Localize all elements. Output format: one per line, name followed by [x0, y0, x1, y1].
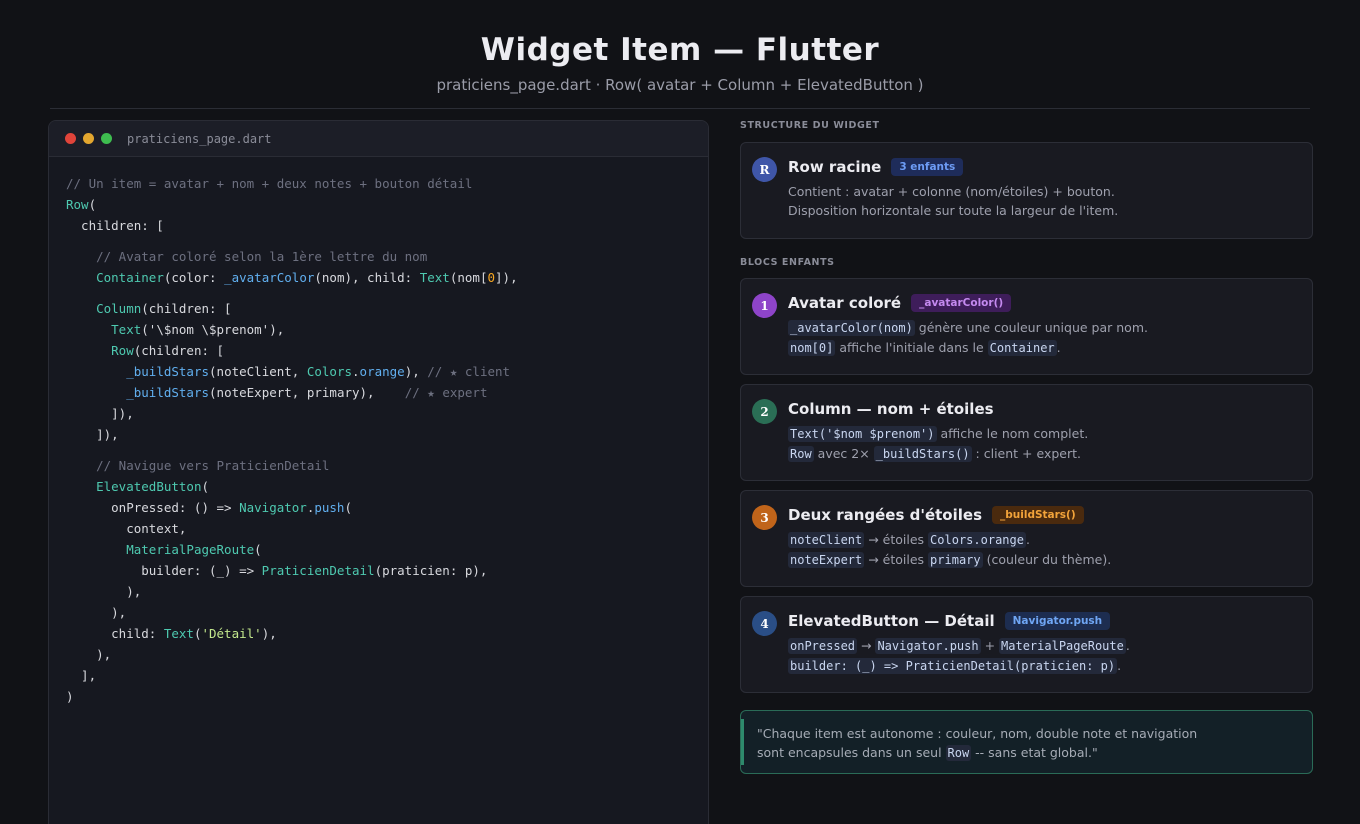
code-line: ),: [66, 647, 112, 662]
code-line: _buildStars(noteClient, Colors.orange), …: [126, 364, 511, 379]
function-tag: Navigator.push: [1004, 612, 1111, 630]
quote-line: "Chaque item est autonome : couleur, nom…: [757, 726, 1198, 741]
code-line: ): [66, 689, 74, 704]
code-line: Row(: [66, 197, 97, 212]
code-line: _buildStars(noteExpert, primary), // ★ e…: [126, 385, 488, 400]
code-line: builder: (_) => PraticienDetail(praticie…: [66, 563, 488, 578]
card-title: Deux rangées d'étoiles: [788, 506, 982, 524]
quote-accent-bar: [741, 719, 744, 765]
root-badge: R: [752, 157, 777, 182]
structure-section-label: STRUCTURE DU WIDGET: [740, 120, 880, 131]
code-line: Row(children: [: [111, 343, 225, 358]
children-section-label: BLOCS ENFANTS: [740, 257, 835, 268]
card-row-root: R Row racine 3 enfants Contient : avatar…: [740, 142, 1313, 239]
card-description: Text('$nom $prenom') affiche le nom comp…: [788, 426, 1089, 462]
step-2-badge: 2: [752, 399, 777, 424]
code-line: ]),: [66, 406, 134, 421]
code-line: // Un item = avatar + nom + deux notes +…: [66, 176, 473, 191]
card-stars: 3 Deux rangées d'étoiles _buildStars() n…: [740, 490, 1313, 587]
code-line: ]),: [66, 427, 119, 442]
code-line: Container(color: _avatarColor(nom), chil…: [96, 270, 518, 285]
code-line: context,: [66, 521, 187, 536]
code-body: // Un item = avatar + nom + deux notes +…: [49, 157, 708, 723]
header-divider: [50, 108, 1310, 109]
card-title: ElevatedButton — Détail: [788, 612, 995, 630]
quote-line: sont encapsules dans un seul Row -- sans…: [757, 745, 1098, 761]
minimize-window-dot[interactable]: [83, 133, 94, 144]
page-subtitle: praticiens_page.dart · Row( avatar + Col…: [436, 76, 924, 94]
function-tag: _buildStars(): [992, 506, 1084, 524]
code-line: ),: [66, 605, 127, 620]
code-filename: praticiens_page.dart: [127, 131, 272, 146]
code-line: ElevatedButton(: [96, 479, 209, 494]
card-title: Row racine: [788, 158, 882, 176]
code-line: MaterialPageRoute(: [126, 542, 262, 557]
children-count-tag: 3 enfants: [891, 158, 964, 176]
card-description: noteClient → étoiles Colors.orange. note…: [788, 532, 1112, 568]
summary-quote: "Chaque item est autonome : couleur, nom…: [740, 710, 1313, 774]
widget-structure-panel: STRUCTURE DU WIDGET R Row racine 3 enfan…: [740, 120, 1313, 774]
code-line: Text('\$nom \$prenom'),: [111, 322, 285, 337]
code-line: ),: [66, 584, 142, 599]
code-line: child: Text('Détail'),: [66, 626, 277, 641]
step-3-badge: 3: [752, 505, 777, 530]
page-title: Widget Item — Flutter: [480, 32, 880, 68]
code-titlebar: praticiens_page.dart: [49, 121, 708, 157]
card-description: Contient : avatar + colonne (nom/étoiles…: [788, 184, 1119, 218]
maximize-window-dot[interactable]: [101, 133, 112, 144]
card-description: _avatarColor(nom) génère une couleur uni…: [788, 320, 1148, 356]
card-title: Column — nom + étoiles: [788, 400, 994, 418]
code-line: // Navigue vers PraticienDetail: [66, 458, 330, 473]
page-header: Widget Item — Flutter praticiens_page.da…: [0, 0, 1360, 108]
card-title: Avatar coloré: [788, 294, 902, 312]
card-description: onPressed → Navigator.push + MaterialPag…: [788, 638, 1130, 674]
card-avatar: 1 Avatar coloré _avatarColor() _avatarCo…: [740, 278, 1313, 375]
step-1-badge: 1: [752, 293, 777, 318]
card-column: 2 Column — nom + étoiles Text('$nom $pre…: [740, 384, 1313, 481]
code-line: onPressed: () => Navigator.push(: [66, 500, 352, 515]
code-panel: praticiens_page.dart // Un item = avatar…: [48, 120, 709, 824]
code-line: Column(children: [: [96, 301, 232, 316]
code-line: children: [: [66, 218, 164, 233]
function-tag: _avatarColor(): [911, 294, 1012, 312]
step-4-badge: 4: [752, 611, 777, 636]
code-line: // Avatar coloré selon la 1ère lettre du…: [66, 249, 428, 264]
close-window-dot[interactable]: [65, 133, 76, 144]
card-elevated-button: 4 ElevatedButton — Détail Navigator.push…: [740, 596, 1313, 693]
code-line: ],: [66, 668, 97, 683]
